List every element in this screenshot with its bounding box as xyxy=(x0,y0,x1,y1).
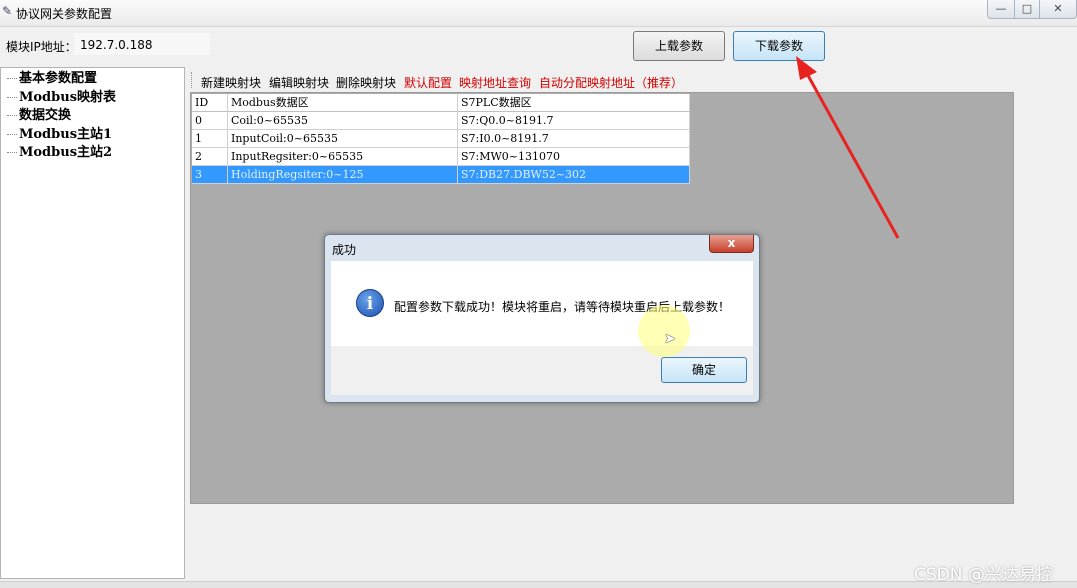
tree-item-data-exchange[interactable]: 数据交换 xyxy=(7,107,71,125)
table-row[interactable]: 1 InputCoil:0~65535 S7:I0.0~8191.7 xyxy=(192,130,690,148)
mouse-cursor-icon: ➤ xyxy=(664,331,676,347)
column-header-id[interactable]: ID xyxy=(192,94,228,112)
table-row-selected[interactable]: 3 HoldingRegsiter:0~125 S7:DB27.DBW52~30… xyxy=(192,166,690,184)
new-map-block-button[interactable]: 新建映射块 xyxy=(201,74,261,91)
ok-button[interactable]: 确定 xyxy=(661,357,747,383)
edit-map-block-button[interactable]: 编辑映射块 xyxy=(269,74,329,91)
maximize-button[interactable]: □ xyxy=(1014,0,1040,19)
mapping-toolbar: 新建映射块 编辑映射块 删除映射块 默认配置 映射地址查询 自动分配映射地址（推… xyxy=(191,70,1016,92)
tree-item-modbus-master-2[interactable]: Modbus主站2 xyxy=(7,144,112,162)
ip-label: 模块IP地址： xyxy=(6,40,77,54)
column-header-s7plc[interactable]: S7PLC数据区 xyxy=(458,94,690,112)
dialog-title: 成功 xyxy=(332,243,357,257)
download-params-button[interactable]: 下载参数 xyxy=(733,31,825,61)
tree-item-modbus-map[interactable]: Modbus映射表 xyxy=(7,89,116,107)
table-row[interactable]: 0 Coil:0~65535 S7:Q0.0~8191.7 xyxy=(192,112,690,130)
upload-params-button[interactable]: 上载参数 xyxy=(633,31,725,61)
close-window-button[interactable]: ✕ xyxy=(1039,0,1077,19)
map-address-query-button[interactable]: 映射地址查询 xyxy=(459,74,531,91)
watermark: CSDN @兴达易控 xyxy=(914,565,1053,585)
tree-item-basic-config[interactable]: 基本参数配置 xyxy=(7,70,97,88)
table-header: ID Modbus数据区 S7PLC数据区 xyxy=(192,94,690,112)
minimize-button[interactable]: — xyxy=(987,0,1015,19)
delete-map-block-button[interactable]: 删除映射块 xyxy=(336,74,396,91)
app-icon: ✎ xyxy=(2,4,13,18)
info-icon: i xyxy=(356,289,384,317)
window-title: 协议网关参数配置 xyxy=(16,7,113,21)
dialog-close-button[interactable]: x xyxy=(709,235,754,253)
column-header-modbus[interactable]: Modbus数据区 xyxy=(228,94,458,112)
tree-item-modbus-master-1[interactable]: Modbus主站1 xyxy=(7,126,112,144)
table-row[interactable]: 2 InputRegsiter:0~65535 S7:MW0~131070 xyxy=(192,148,690,166)
default-config-button[interactable]: 默认配置 xyxy=(404,74,452,91)
nav-tree: 基本参数配置 Modbus映射表 数据交换 Modbus主站1 Modbus主站… xyxy=(0,67,185,579)
title-bar xyxy=(0,0,1077,27)
ip-address-value[interactable]: 192.7.0.188 xyxy=(80,38,153,52)
auto-assign-map-button[interactable]: 自动分配映射地址（推荐） xyxy=(539,74,683,91)
